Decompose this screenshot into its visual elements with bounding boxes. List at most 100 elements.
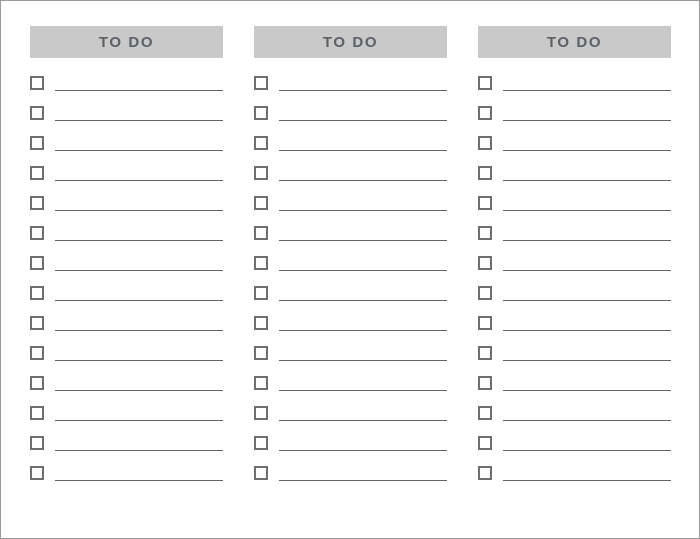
todo-text-line[interactable]: [55, 195, 223, 211]
todo-list-page: TO DO TO DO TO DO: [0, 0, 700, 539]
todo-text-line[interactable]: [279, 105, 447, 121]
checkbox-icon[interactable]: [254, 316, 268, 330]
checkbox-icon[interactable]: [254, 136, 268, 150]
checkbox-icon[interactable]: [478, 136, 492, 150]
todo-text-line[interactable]: [279, 75, 447, 91]
checkbox-icon[interactable]: [30, 316, 44, 330]
checkbox-icon[interactable]: [254, 166, 268, 180]
todo-text-line[interactable]: [279, 135, 447, 151]
todo-column-header-label: TO DO: [98, 33, 155, 51]
checkbox-icon[interactable]: [478, 436, 492, 450]
todo-text-line[interactable]: [503, 465, 671, 481]
todo-text-line[interactable]: [279, 315, 447, 331]
todo-text-line[interactable]: [503, 195, 671, 211]
todo-text-line[interactable]: [55, 135, 223, 151]
checkbox-icon[interactable]: [478, 406, 492, 420]
todo-text-line[interactable]: [279, 225, 447, 241]
checkbox-icon[interactable]: [30, 106, 44, 120]
todo-text-line[interactable]: [279, 255, 447, 271]
todo-text-line[interactable]: [55, 255, 223, 271]
todo-text-line[interactable]: [503, 345, 671, 361]
todo-row: [478, 405, 671, 435]
checkbox-icon[interactable]: [254, 286, 268, 300]
todo-rows-2: [254, 75, 447, 495]
checkbox-icon[interactable]: [30, 346, 44, 360]
checkbox-icon[interactable]: [478, 286, 492, 300]
todo-row: [478, 105, 671, 135]
todo-text-line[interactable]: [279, 345, 447, 361]
todo-text-line[interactable]: [279, 195, 447, 211]
todo-text-line[interactable]: [503, 375, 671, 391]
checkbox-icon[interactable]: [30, 226, 44, 240]
todo-column-header-3: TO DO: [478, 26, 671, 58]
checkbox-icon[interactable]: [478, 256, 492, 270]
todo-row: [478, 135, 671, 165]
todo-text-line[interactable]: [503, 135, 671, 151]
checkbox-icon[interactable]: [30, 136, 44, 150]
checkbox-icon[interactable]: [478, 316, 492, 330]
checkbox-icon[interactable]: [30, 196, 44, 210]
todo-row: [478, 375, 671, 405]
todo-row: [30, 315, 223, 345]
todo-row: [478, 435, 671, 465]
todo-text-line[interactable]: [503, 75, 671, 91]
todo-row: [30, 135, 223, 165]
todo-row: [254, 195, 447, 225]
todo-text-line[interactable]: [55, 75, 223, 91]
todo-text-line[interactable]: [503, 285, 671, 301]
checkbox-icon[interactable]: [30, 256, 44, 270]
checkbox-icon[interactable]: [254, 256, 268, 270]
todo-text-line[interactable]: [503, 105, 671, 121]
todo-text-line[interactable]: [503, 435, 671, 451]
checkbox-icon[interactable]: [478, 376, 492, 390]
todo-text-line[interactable]: [279, 465, 447, 481]
checkbox-icon[interactable]: [478, 76, 492, 90]
todo-text-line[interactable]: [503, 405, 671, 421]
todo-text-line[interactable]: [55, 285, 223, 301]
checkbox-icon[interactable]: [478, 346, 492, 360]
checkbox-icon[interactable]: [478, 106, 492, 120]
checkbox-icon[interactable]: [478, 166, 492, 180]
checkbox-icon[interactable]: [30, 76, 44, 90]
todo-text-line[interactable]: [55, 225, 223, 241]
todo-text-line[interactable]: [55, 165, 223, 181]
todo-text-line[interactable]: [55, 315, 223, 331]
todo-text-line[interactable]: [279, 285, 447, 301]
todo-row: [478, 75, 671, 105]
checkbox-icon[interactable]: [254, 346, 268, 360]
todo-text-line[interactable]: [55, 435, 223, 451]
checkbox-icon[interactable]: [254, 106, 268, 120]
todo-row: [254, 285, 447, 315]
todo-text-line[interactable]: [279, 405, 447, 421]
todo-text-line[interactable]: [503, 165, 671, 181]
checkbox-icon[interactable]: [478, 466, 492, 480]
checkbox-icon[interactable]: [254, 406, 268, 420]
todo-text-line[interactable]: [279, 375, 447, 391]
checkbox-icon[interactable]: [254, 436, 268, 450]
todo-row: [30, 405, 223, 435]
checkbox-icon[interactable]: [30, 376, 44, 390]
todo-text-line[interactable]: [55, 105, 223, 121]
checkbox-icon[interactable]: [478, 196, 492, 210]
checkbox-icon[interactable]: [30, 406, 44, 420]
todo-text-line[interactable]: [503, 225, 671, 241]
todo-text-line[interactable]: [279, 165, 447, 181]
checkbox-icon[interactable]: [30, 436, 44, 450]
checkbox-icon[interactable]: [478, 226, 492, 240]
todo-text-line[interactable]: [55, 345, 223, 361]
todo-text-line[interactable]: [503, 315, 671, 331]
checkbox-icon[interactable]: [30, 166, 44, 180]
todo-text-line[interactable]: [55, 405, 223, 421]
checkbox-icon[interactable]: [254, 466, 268, 480]
todo-text-line[interactable]: [55, 375, 223, 391]
todo-text-line[interactable]: [55, 465, 223, 481]
checkbox-icon[interactable]: [30, 466, 44, 480]
checkbox-icon[interactable]: [254, 226, 268, 240]
todo-text-line[interactable]: [503, 255, 671, 271]
todo-row: [478, 285, 671, 315]
checkbox-icon[interactable]: [254, 76, 268, 90]
checkbox-icon[interactable]: [254, 196, 268, 210]
checkbox-icon[interactable]: [254, 376, 268, 390]
todo-text-line[interactable]: [279, 435, 447, 451]
checkbox-icon[interactable]: [30, 286, 44, 300]
